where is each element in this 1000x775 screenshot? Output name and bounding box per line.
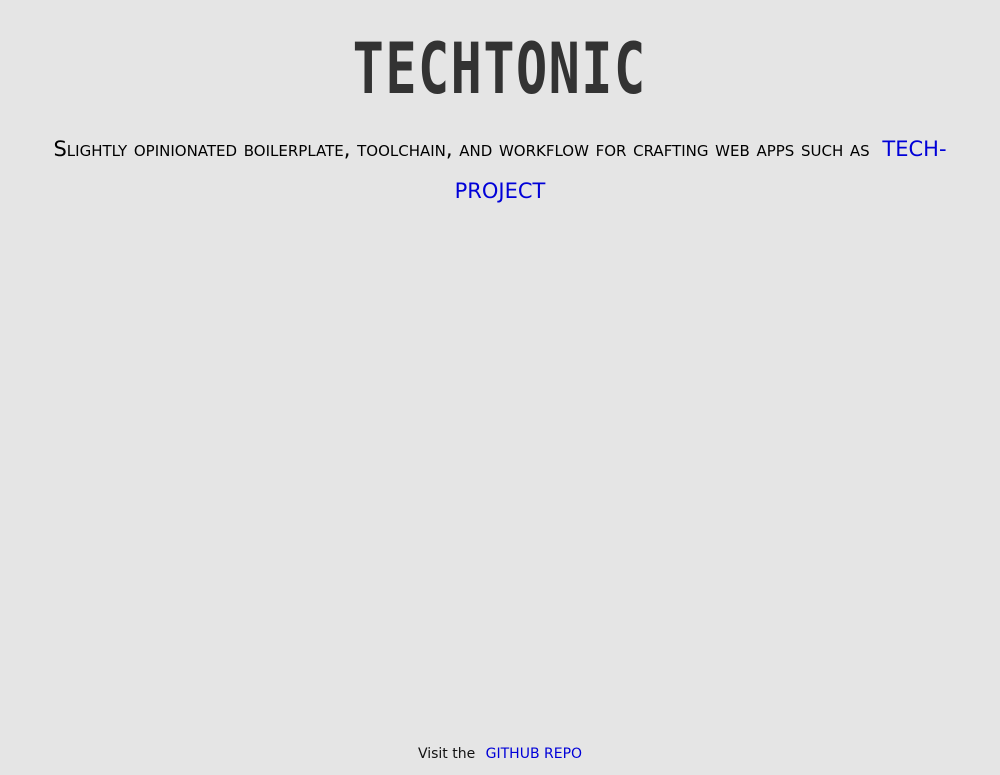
footer: Visit the GITHUB REPO bbox=[0, 744, 1000, 764]
github-repo-link[interactable]: GITHUB REPO bbox=[486, 746, 582, 762]
footer-prefix: Visit the bbox=[417, 746, 476, 762]
logo-wordmark: TECHTONIC bbox=[352, 28, 647, 110]
tagline: Slightly opinionated boilerplate, toolch… bbox=[40, 128, 960, 212]
tagline-text: Slightly opinionated boilerplate, toolch… bbox=[53, 137, 870, 161]
page: TECHTONIC Slightly opinionated boilerpla… bbox=[0, 0, 1000, 775]
logo-container: TECHTONIC bbox=[0, 28, 1000, 110]
